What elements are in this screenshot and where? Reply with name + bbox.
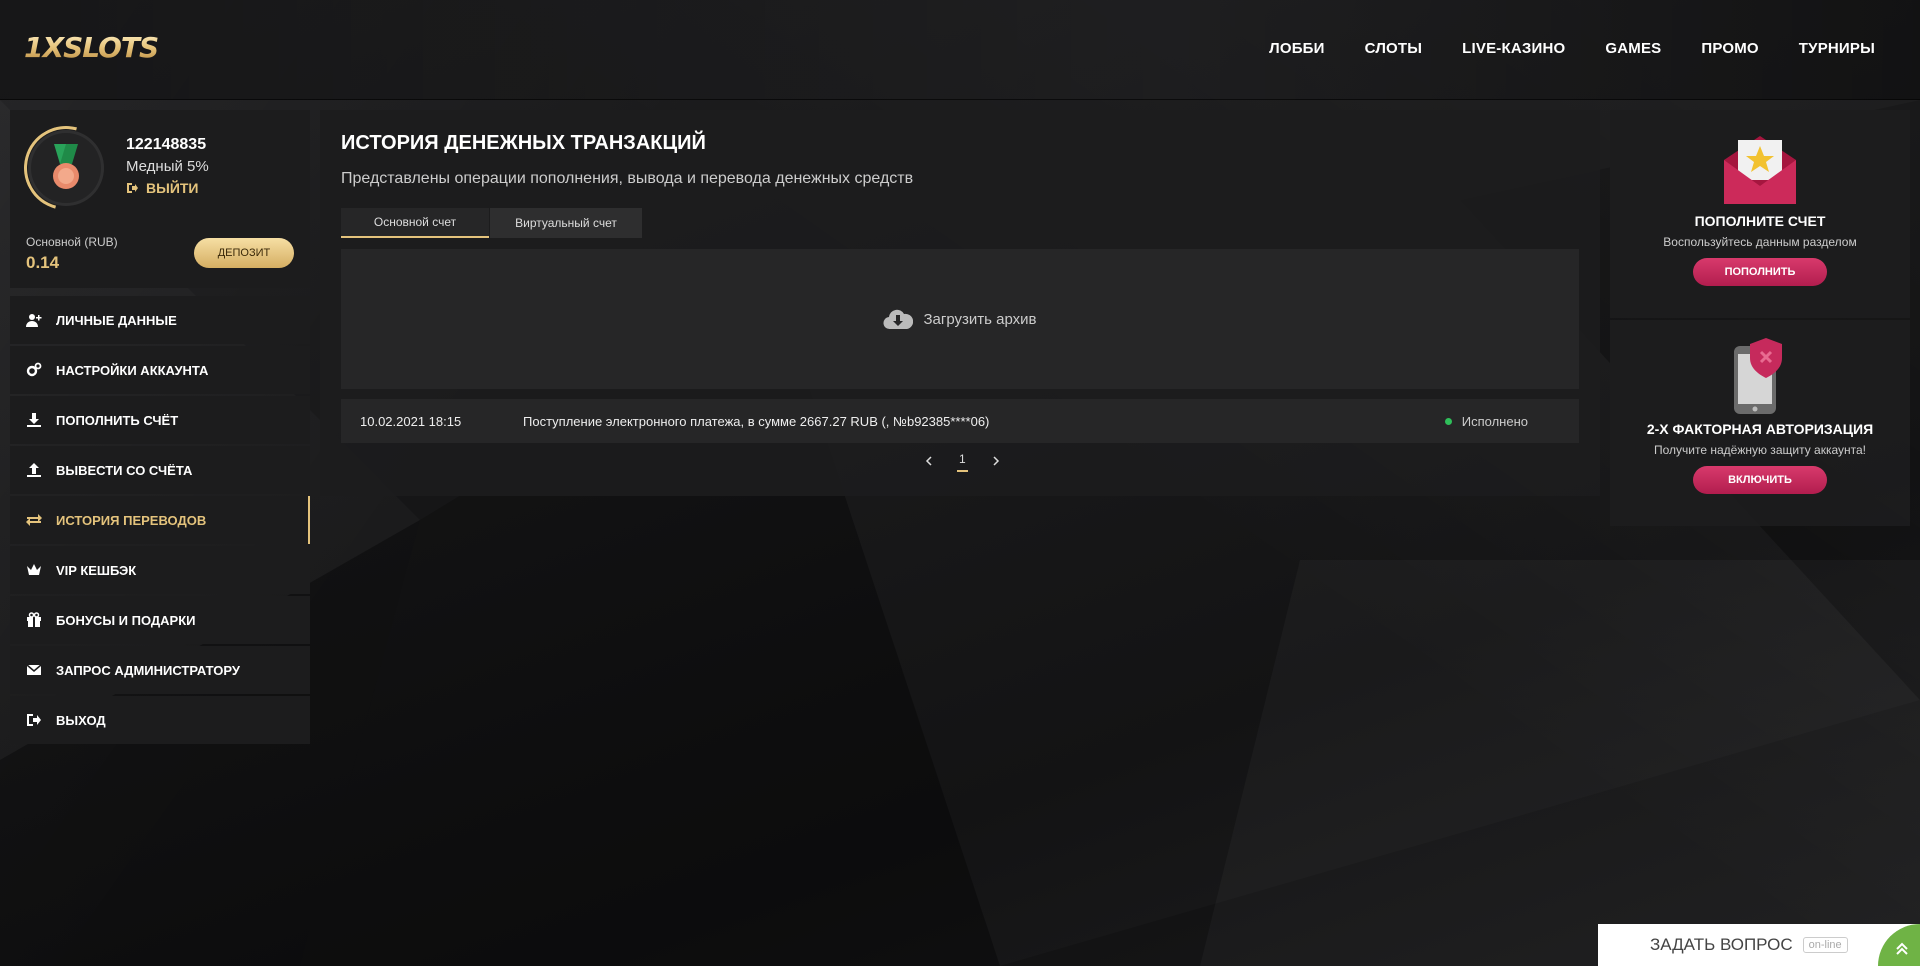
nav-live-casino[interactable]: LIVE-КАЗИНО — [1462, 40, 1565, 57]
envelope-star-icon — [1724, 136, 1796, 204]
user-plus-icon — [26, 314, 42, 327]
menu-item-personal-data[interactable]: ЛИЧНЫЕ ДАННЫЕ — [10, 296, 310, 344]
menu-item-label: БОНУСЫ И ПОДАРКИ — [56, 612, 196, 628]
main-nav: ЛОББИ СЛОТЫ LIVE-КАЗИНО GAMES ПРОМО ТУРН… — [1269, 40, 1875, 57]
gift-icon — [27, 612, 41, 627]
menu-item-label: ВЫХОД — [56, 712, 106, 728]
deposit-widget: ПОПОЛНИТЕ СЧЕТ Воспользуйтесь данным раз… — [1610, 110, 1910, 318]
menu-item-label: ПОПОЛНИТЬ СЧЁТ — [56, 412, 179, 428]
download-icon — [27, 413, 41, 427]
transfer-arrows-icon — [26, 514, 42, 526]
deposit-widget-title: ПОПОЛНИТЕ СЧЕТ — [1694, 213, 1826, 229]
nav-promo[interactable]: ПРОМО — [1701, 40, 1758, 57]
menu-item-label: ЛИЧНЫЕ ДАННЫЕ — [56, 312, 177, 328]
page-subtitle: Представлены операции пополнения, вывода… — [341, 170, 914, 187]
menu-item-label: НАСТРОЙКИ АККАУНТА — [56, 362, 209, 378]
avatar — [28, 130, 104, 206]
menu-item-label: ИСТОРИЯ ПЕРЕВОДОВ — [56, 512, 207, 528]
logout-label: ВЫЙТИ — [146, 180, 199, 196]
chevron-right-icon[interactable] — [992, 456, 1000, 466]
page-number-current[interactable]: 1 — [957, 450, 968, 472]
menu-item-bonuses[interactable]: БОНУСЫ И ПОДАРКИ — [10, 596, 310, 644]
menu-item-exit[interactable]: ВЫХОД — [10, 696, 310, 744]
nav-lobby[interactable]: ЛОББИ — [1269, 40, 1325, 57]
support-chat-bar[interactable]: ЗАДАТЬ ВОПРОС on-line — [1598, 924, 1920, 966]
user-level: Медный 5% — [126, 158, 209, 175]
account-tabs: Основной счет Виртуальный счет — [341, 208, 642, 238]
exit-icon — [27, 714, 41, 726]
menu-item-label: ЗАПРОС АДМИНИСТРАТОРУ — [56, 662, 240, 678]
tab-main-account[interactable]: Основной счет — [341, 208, 489, 238]
download-archive-label: Загрузить архив — [923, 310, 1037, 328]
upload-icon — [27, 463, 41, 477]
account-menu: ЛИЧНЫЕ ДАННЫЕ НАСТРОЙКИ АККАУНТА ПОПОЛНИ… — [10, 296, 310, 746]
download-archive-area[interactable]: Загрузить архив — [341, 249, 1579, 389]
menu-item-account-settings[interactable]: НАСТРОЙКИ АККАУНТА — [10, 346, 310, 394]
envelope-icon — [26, 664, 42, 675]
tx-status: Исполнено — [1444, 413, 1528, 429]
site-logo[interactable]: 1XSLOTS — [24, 31, 159, 64]
chat-expand-button[interactable] — [1878, 924, 1920, 966]
gears-icon — [26, 362, 42, 377]
transactions-panel: ИСТОРИЯ ДЕНЕЖНЫХ ТРАНЗАКЦИЙ Представлены… — [320, 110, 1600, 496]
cloud-download-icon — [883, 309, 914, 330]
tx-date: 10.02.2021 18:15 — [360, 413, 462, 429]
medal-icon — [53, 144, 79, 189]
twofa-widget-title: 2-Х ФАКТОРНАЯ АВТОРИЗАЦИЯ — [1646, 421, 1874, 437]
balance-value: 0.14 — [26, 253, 60, 272]
status-dot-icon — [1444, 417, 1452, 425]
twofa-widget: 2-Х ФАКТОРНАЯ АВТОРИЗАЦИЯ Получите надёж… — [1610, 320, 1910, 526]
exit-icon — [127, 183, 138, 193]
menu-item-label: ВЫВЕСТИ СО СЧЁТА — [56, 462, 193, 478]
tx-status-label: Исполнено — [1461, 413, 1528, 429]
chevron-left-icon[interactable] — [925, 456, 933, 466]
menu-item-deposit[interactable]: ПОПОЛНИТЬ СЧЁТ — [10, 396, 310, 444]
chat-label: ЗАДАТЬ ВОПРОС — [1650, 935, 1793, 954]
menu-item-withdraw[interactable]: ВЫВЕСТИ СО СЧЁТА — [10, 446, 310, 494]
menu-item-vip-cashback[interactable]: VIP КЕШБЭК — [10, 546, 310, 594]
page-title: ИСТОРИЯ ДЕНЕЖНЫХ ТРАНЗАКЦИЙ — [341, 132, 706, 154]
chat-status-badge: on-line — [1802, 937, 1848, 953]
pagination: 1 — [925, 450, 1000, 472]
twofa-widget-subtitle: Получите надёжную защиту аккаунта! — [1653, 443, 1866, 457]
tab-virtual-account[interactable]: Виртуальный счет — [490, 208, 642, 238]
twofa-widget-button[interactable]: ВКЛЮЧИТЬ — [1693, 466, 1827, 494]
table-row: 10.02.2021 18:15 Поступление электронног… — [341, 399, 1579, 443]
nav-slots[interactable]: СЛОТЫ — [1365, 40, 1423, 57]
nav-tournaments[interactable]: ТУРНИРЫ — [1799, 40, 1875, 57]
phone-shield-icon — [1734, 338, 1782, 414]
top-header: 1XSLOTS ЛОББИ СЛОТЫ LIVE-КАЗИНО GAMES ПР… — [0, 0, 1920, 100]
deposit-widget-subtitle: Воспользуйтесь данным разделом — [1663, 235, 1857, 249]
menu-item-label: VIP КЕШБЭК — [56, 562, 137, 578]
menu-item-admin-request[interactable]: ЗАПРОС АДМИНИСТРАТОРУ — [10, 646, 310, 694]
double-chevron-up-icon — [1896, 942, 1908, 955]
crown-icon — [27, 564, 41, 575]
user-id: 122148835 — [126, 136, 207, 153]
nav-games[interactable]: GAMES — [1605, 40, 1661, 57]
menu-item-transfer-history[interactable]: ИСТОРИЯ ПЕРЕВОДОВ — [10, 496, 310, 544]
profile-card: 122148835 Медный 5% ВЫЙТИ Основной (RUB)… — [8, 110, 310, 288]
balance-label: Основной (RUB) — [26, 235, 118, 249]
deposit-widget-button[interactable]: ПОПОЛНИТЬ — [1693, 258, 1827, 286]
deposit-button[interactable]: ДЕПОЗИТ — [194, 238, 294, 268]
tx-description: Поступление электронного платежа, в сумм… — [523, 413, 990, 429]
logout-link[interactable]: ВЫЙТИ — [126, 180, 199, 196]
